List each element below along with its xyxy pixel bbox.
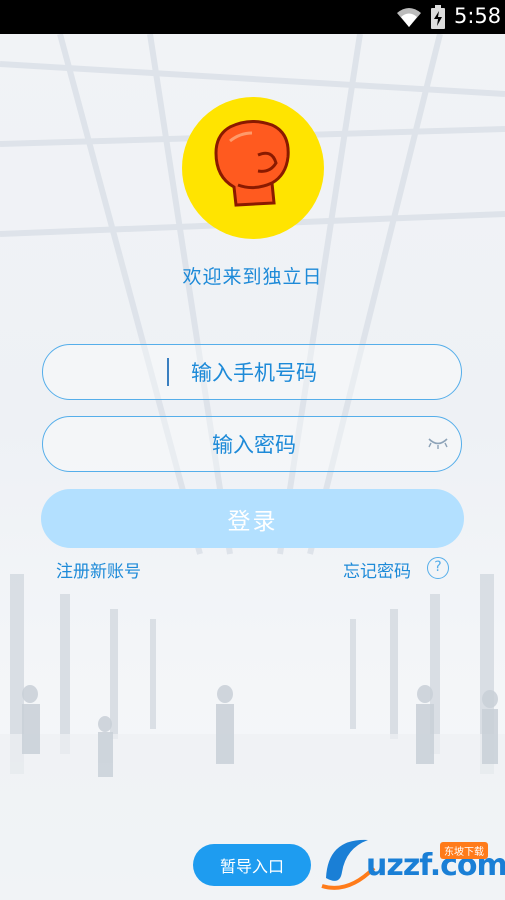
text-cursor — [167, 358, 169, 386]
watermark-tag: 东坡下载 — [440, 842, 488, 859]
password-input[interactable] — [43, 417, 465, 473]
welcome-text: 欢迎来到独立日 — [182, 266, 323, 288]
boxing-glove-icon — [214, 120, 290, 207]
login-button[interactable]: 登录 — [41, 489, 464, 548]
phone-input[interactable] — [43, 345, 465, 401]
watermark-logo: uzzf.com 东坡下载 — [318, 828, 505, 898]
forgot-password-link[interactable]: 忘记密码 — [343, 557, 411, 582]
password-field[interactable] — [42, 416, 465, 473]
status-bar: 5:58 — [0, 0, 505, 34]
register-link[interactable]: 注册新账号 — [56, 557, 141, 582]
clock: 5:58 — [454, 4, 502, 28]
phone-field[interactable] — [42, 344, 465, 401]
battery-icon — [431, 5, 445, 29]
help-icon[interactable]: ? — [427, 557, 449, 579]
eye-closed-icon[interactable] — [427, 436, 449, 450]
guide-entry-button[interactable]: 暂导入口 — [193, 844, 311, 886]
wifi-icon — [397, 8, 421, 27]
app-logo — [182, 97, 324, 239]
